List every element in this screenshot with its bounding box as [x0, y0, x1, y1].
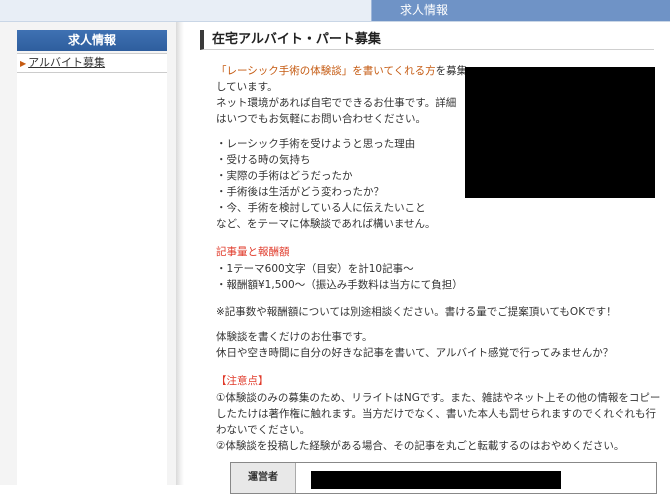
topic-item: ・レーシック手術を受けようと思った理由: [216, 138, 416, 150]
intro-line: 「レーシック手術の体験談」を書いてくれる方を募集: [216, 65, 468, 77]
table-header-operator: 運営者: [231, 463, 296, 493]
nav-tab-jobs[interactable]: 求人情報: [371, 0, 670, 21]
intro-line: しています。: [216, 81, 278, 93]
page-title: 在宅アルバイト・パート募集: [200, 30, 654, 50]
intro-line: ネット環境があれば自宅でできるお仕事です。詳細: [216, 97, 457, 109]
intro-line: はいつでもお気軽にお問い合わせください。: [216, 113, 426, 125]
photo-image: [465, 67, 655, 198]
top-nav-bar: 求人情報: [0, 0, 670, 22]
intro-highlight: 「レーシック手術の体験談」を書いてくれる方: [216, 65, 436, 77]
sidebar-title: 求人情報: [17, 30, 167, 51]
note-text: ※記事数や報酬額については別途相談ください。書ける量でご提案頂いてもOKです！: [216, 306, 617, 318]
caution-line: ②体験談を投稿した経験がある場合、その記事を丸ごと転載するのはおやめください。: [216, 440, 625, 452]
topic-item: ・手術後は生活がどう変わったか？: [216, 186, 384, 198]
pay-item: ・1テーマ600文字（目安）を計10記事〜: [216, 263, 414, 275]
caution-line: したたけは著作権に触れます。当方だけでなく、書いた本人も罰せられますのでくれぐれ…: [216, 408, 656, 420]
caution-line: ①体験談のみの募集のため、リライトはNGです。また、雑誌やネット上その他の情報を…: [216, 392, 661, 404]
sidebar-item-part-time[interactable]: ▶ アルバイト募集: [17, 53, 167, 73]
topic-item: ・受ける時の気持ち: [216, 154, 311, 166]
sidebar-panel: [17, 73, 167, 485]
operator-value: [311, 471, 561, 489]
topic-item: ・実際の手術はどうだったか: [216, 170, 353, 182]
arrow-right-icon: ▶: [20, 59, 27, 68]
caution-heading: 【注意点】: [216, 375, 269, 387]
body-text: 体験談を書くだけのお仕事です。: [216, 331, 373, 343]
caution-line: わないでください。: [216, 424, 311, 436]
sidebar-item-label[interactable]: アルバイト募集: [28, 56, 105, 69]
pay-item: ・報酬額¥1,500〜（振込み手数料は当方にて負担）: [216, 279, 463, 291]
operator-table: 運営者: [230, 462, 657, 494]
pay-heading: 記事量と報酬額: [216, 246, 290, 258]
body-text: 休日や空き時間に自分の好きな記事を書いて、アルバイト感覚で行ってみませんか？: [216, 347, 614, 359]
topic-item: など、をテーマに体験談であれば構いません。: [216, 218, 436, 230]
column-divider: [176, 22, 184, 485]
topic-item: ・今、手術を検討している人に伝えたいこと: [216, 202, 426, 214]
